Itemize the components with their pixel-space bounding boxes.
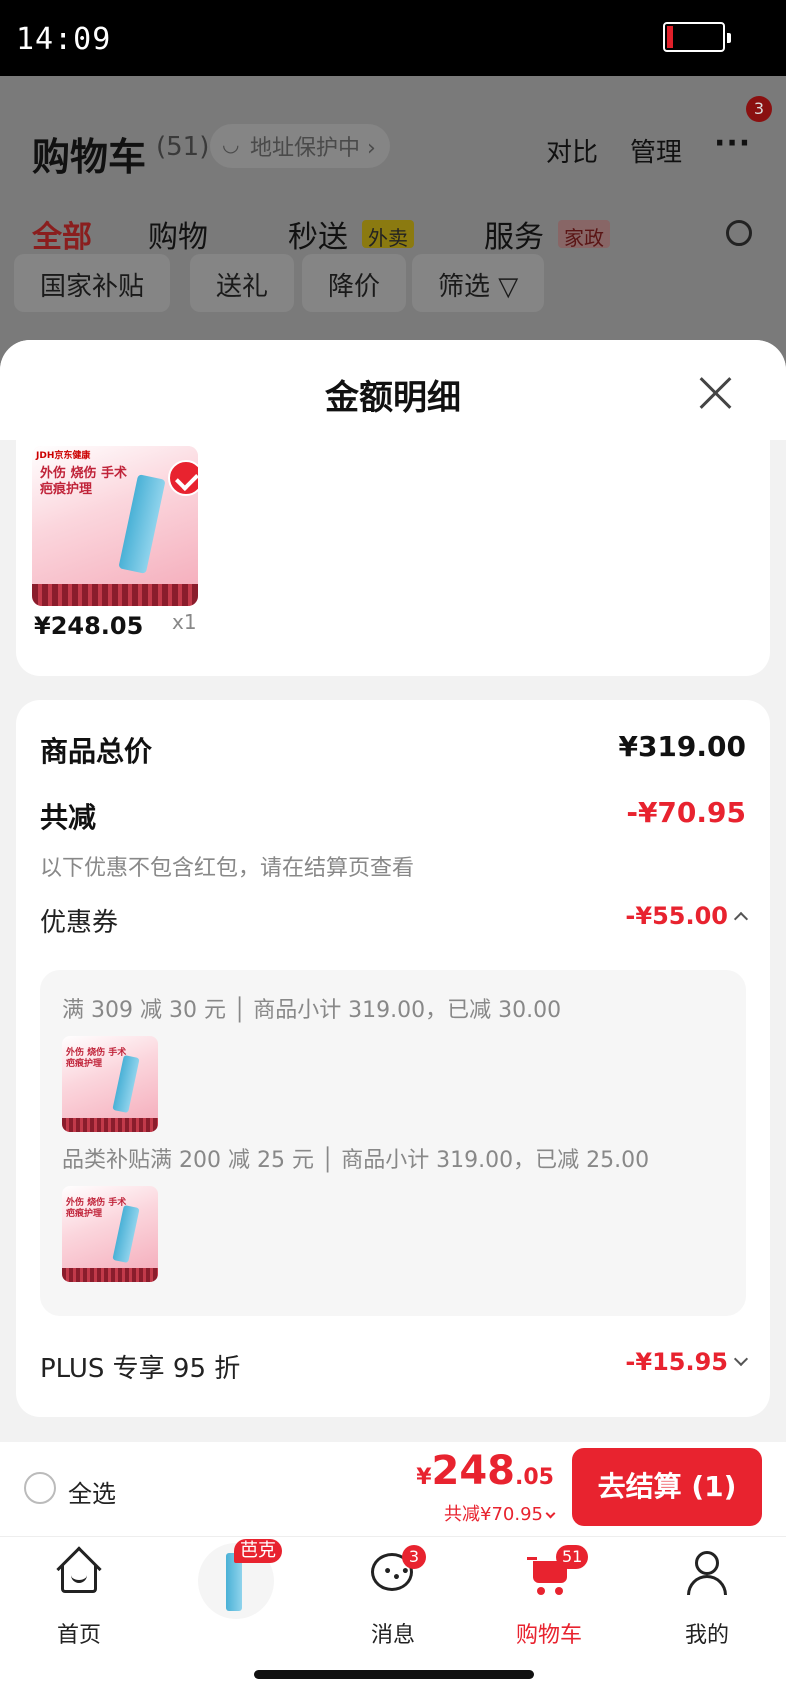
- cart-badge: 51: [556, 1545, 589, 1569]
- chevron-down-icon: [545, 1508, 556, 1519]
- battery-icon: [663, 22, 731, 52]
- promo-tag: 芭克: [234, 1539, 282, 1563]
- product-qty: x1: [172, 610, 197, 634]
- coupon-details: 满 309 减 30 元 │ 商品小计 319.00，已减 30.00 外伤 烧…: [40, 970, 746, 1316]
- product-image-text: 外伤 烧伤 手术 疤痕护理: [40, 466, 128, 497]
- cart-title: 购物车: [32, 135, 147, 179]
- discount-note: 以下优惠不包含红包，请在结算页查看: [40, 856, 415, 881]
- user-icon: [685, 1551, 729, 1595]
- reduce-label: 共减: [40, 801, 97, 834]
- plus-value: -¥15.95: [625, 1348, 728, 1376]
- chevron-down-icon[interactable]: [733, 1351, 749, 1367]
- more-badge: 3: [746, 96, 772, 122]
- tab-service[interactable]: 服务: [484, 212, 544, 256]
- cart-count: (51): [156, 132, 210, 162]
- filter-chips: 国家补贴 送礼 降价 筛选 ▽: [14, 254, 774, 312]
- coupon-line-1: 满 309 减 30 元 │ 商品小计 319.00，已减 30.00: [62, 998, 562, 1023]
- checkout-bar: 全选 ¥248.05 共减¥70.95 去结算 (1): [0, 1442, 786, 1536]
- coupon-label: 优惠券: [40, 908, 119, 938]
- close-icon[interactable]: [696, 374, 734, 412]
- product-card: JDH京东健康 外伤 烧伤 手术 疤痕护理 ¥248.05 x1: [16, 440, 770, 676]
- jiazheng-tag: 家政: [558, 220, 610, 250]
- cart-header: 购物车 (51) ◡ 地址保护中 › 对比 管理 ··· 3: [32, 96, 772, 186]
- total-value: ¥319.00: [618, 730, 746, 763]
- sheet-header: 金额明细: [0, 340, 786, 440]
- tab-cart[interactable]: 51 购物车: [494, 1545, 604, 1651]
- manage-button[interactable]: 管理: [630, 132, 682, 169]
- home-indicator: [254, 1670, 534, 1679]
- compare-button[interactable]: 对比: [546, 132, 598, 169]
- address-protection-pill[interactable]: ◡ 地址保护中 ›: [210, 124, 390, 168]
- status-time: 14:09: [16, 22, 112, 57]
- tab-shopping[interactable]: 购物: [148, 212, 208, 256]
- check-icon: [168, 460, 198, 496]
- more-icon[interactable]: ···: [714, 126, 751, 161]
- sheet-title: 金额明细: [325, 378, 461, 418]
- discount-summary[interactable]: 共减¥70.95: [444, 1500, 556, 1526]
- product-price: ¥248.05: [34, 612, 144, 640]
- tab-all[interactable]: 全部: [32, 212, 92, 258]
- smile-icon: ◡: [222, 132, 240, 156]
- coupon-product-thumb: 外伤 烧伤 手术 疤痕护理: [62, 1186, 158, 1282]
- select-all-radio[interactable]: [24, 1472, 56, 1504]
- coupon-product-thumb: 外伤 烧伤 手术 疤痕护理: [62, 1036, 158, 1132]
- select-all-label[interactable]: 全选: [68, 1474, 116, 1509]
- product-image[interactable]: JDH京东健康 外伤 烧伤 手术 疤痕护理: [32, 446, 198, 606]
- total-label: 商品总价: [40, 735, 153, 768]
- search-icon[interactable]: [726, 220, 752, 246]
- tab-me[interactable]: 我的: [652, 1551, 762, 1651]
- plus-label: PLUS 专享 95 折: [40, 1354, 241, 1384]
- home-icon: [56, 1546, 102, 1595]
- checkout-button[interactable]: 去结算 (1): [572, 1448, 762, 1526]
- total-price: ¥248.05: [416, 1448, 554, 1494]
- tab-messages[interactable]: • • • 3 消息: [338, 1545, 448, 1651]
- messages-badge: 3: [402, 1545, 426, 1569]
- coupon-value: -¥55.00: [625, 902, 728, 930]
- reduce-value: -¥70.95: [626, 796, 746, 829]
- status-bar: 14:09: [0, 0, 786, 76]
- tab-home[interactable]: 首页: [24, 1546, 134, 1651]
- tab-instant[interactable]: 秒送: [288, 212, 348, 256]
- chip-national-subsidy[interactable]: 国家补贴: [14, 254, 171, 312]
- price-summary-card: 商品总价 ¥319.00 共减 -¥70.95 以下优惠不包含红包，请在结算页查…: [16, 700, 770, 1417]
- waimai-tag: 外卖: [362, 220, 414, 250]
- chevron-up-icon[interactable]: [733, 911, 749, 927]
- chip-gift[interactable]: 送礼: [190, 254, 295, 312]
- coupon-line-2: 品类补贴满 200 减 25 元 │ 商品小计 319.00，已减 25.00: [62, 1148, 650, 1173]
- chip-filter[interactable]: 筛选 ▽: [412, 254, 545, 312]
- chip-price-drop[interactable]: 降价: [302, 254, 407, 312]
